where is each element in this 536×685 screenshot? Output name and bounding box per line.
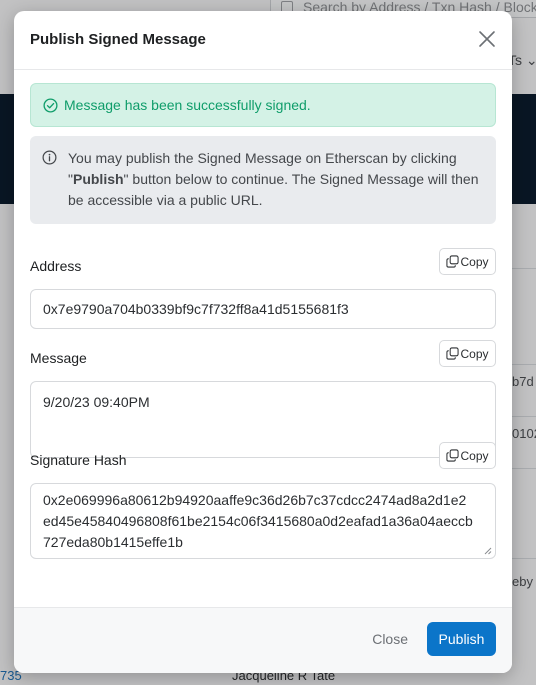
info-text-end: " button below to continue. The Signed M… [68,171,479,208]
address-label: Address [30,258,82,274]
modal-title: Publish Signed Message [30,31,206,48]
close-icon[interactable] [476,28,498,50]
modal-body: Message has been successfully signed. Yo… [30,83,496,559]
signature-hash-value: 0x2e069996a80612b94920aaffe9c36d26b7c37c… [43,492,473,550]
signature-hash-label: Signature Hash [30,452,127,468]
publish-button[interactable]: Publish [427,622,496,656]
message-value: 9/20/23 09:40PM [43,394,150,410]
modal-footer: Close Publish [14,607,512,673]
close-button[interactable]: Close [372,631,408,647]
address-value: 0x7e9790a704b0339bf9c7f732ff8a41d5155681… [43,301,349,317]
copy-signature-button[interactable]: Copy [439,442,496,469]
copy-icon [446,347,460,360]
info-icon [42,150,57,165]
copy-icon [446,255,460,268]
check-circle-icon [43,97,58,113]
success-alert: Message has been successfully signed. [30,83,496,127]
modal-header: Publish Signed Message [14,11,512,70]
signature-hash-textarea[interactable]: 0x2e069996a80612b94920aaffe9c36d26b7c37c… [30,483,496,559]
success-message: Message has been successfully signed. [64,97,311,113]
info-text-bold: Publish [72,171,124,187]
copy-address-button[interactable]: Copy [439,248,496,275]
message-label: Message [30,350,87,366]
copy-icon [446,449,460,462]
copy-label: Copy [460,448,489,463]
publish-signed-message-modal: Publish Signed Message Message has been … [14,11,512,673]
info-alert: You may publish the Signed Message on Et… [30,136,496,224]
resize-handle-icon[interactable] [484,547,492,555]
copy-label: Copy [460,346,489,361]
copy-message-button[interactable]: Copy [439,340,496,367]
copy-label: Copy [460,254,489,269]
message-textarea[interactable]: 9/20/23 09:40PM [30,381,496,458]
address-input[interactable]: 0x7e9790a704b0339bf9c7f732ff8a41d5155681… [30,289,496,329]
